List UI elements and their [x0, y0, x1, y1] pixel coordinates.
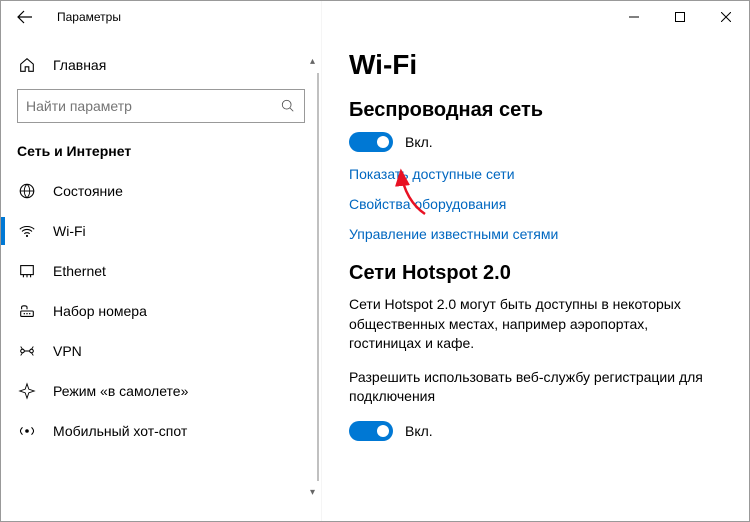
nav-ethernet-label: Ethernet [53, 263, 106, 279]
dialup-icon [17, 301, 37, 321]
home-icon [17, 55, 37, 75]
status-icon [17, 181, 37, 201]
nav-wifi-label: Wi-Fi [53, 223, 86, 239]
wifi-toggle[interactable] [349, 132, 393, 152]
ethernet-icon [17, 261, 37, 281]
link-known-networks[interactable]: Управление известными сетями [349, 226, 721, 242]
wifi-icon [17, 221, 37, 241]
wireless-heading: Беспроводная сеть [349, 99, 721, 122]
hotspot-toggle[interactable] [349, 421, 393, 441]
category-header: Сеть и Интернет [1, 135, 321, 171]
search-input[interactable] [18, 98, 272, 114]
content-pane: Wi-Fi Беспроводная сеть Вкл. Показать до… [321, 33, 749, 521]
nav-hotspot-label: Мобильный хот-спот [53, 423, 187, 439]
nav-wifi[interactable]: Wi-Fi [1, 211, 321, 251]
sidebar: Главная Сеть и Интернет Состояние Wi-Fi [1, 33, 321, 521]
link-hardware-props[interactable]: Свойства оборудования [349, 196, 721, 212]
nav-status[interactable]: Состояние [1, 171, 321, 211]
nav-ethernet[interactable]: Ethernet [1, 251, 321, 291]
vpn-icon [17, 341, 37, 361]
nav-hotspot[interactable]: Мобильный хот-спот [1, 411, 321, 451]
nav-vpn[interactable]: VPN [1, 331, 321, 371]
close-icon [721, 12, 731, 22]
hotspot-description: Сети Hotspot 2.0 могут быть доступны в н… [349, 295, 721, 354]
minimize-button[interactable] [611, 1, 657, 33]
nav-status-label: Состояние [53, 183, 123, 199]
nav-home[interactable]: Главная [1, 45, 321, 85]
back-arrow-icon [17, 9, 33, 25]
nav-vpn-label: VPN [53, 343, 82, 359]
nav-dialup[interactable]: Набор номера [1, 291, 321, 331]
nav-airplane-label: Режим «в самолете» [53, 383, 188, 399]
page-title: Wi-Fi [349, 49, 721, 81]
close-button[interactable] [703, 1, 749, 33]
window-title: Параметры [57, 10, 121, 24]
airplane-icon [17, 381, 37, 401]
back-button[interactable] [1, 1, 49, 33]
search-box[interactable] [17, 89, 305, 123]
sidebar-scroll-up[interactable]: ▴ [304, 53, 321, 70]
nav-dialup-label: Набор номера [53, 303, 147, 319]
hotspot-heading: Сети Hotspot 2.0 [349, 262, 721, 285]
sidebar-scroll-down[interactable]: ▾ [304, 484, 321, 501]
sidebar-scrollbar[interactable] [317, 73, 319, 481]
nav-home-label: Главная [53, 57, 106, 73]
maximize-button[interactable] [657, 1, 703, 33]
hotspot-toggle-label: Вкл. [405, 423, 433, 439]
search-icon [272, 90, 304, 122]
minimize-icon [629, 12, 639, 22]
link-show-networks[interactable]: Показать доступные сети [349, 166, 721, 182]
wifi-toggle-label: Вкл. [405, 134, 433, 150]
hotspot-icon [17, 421, 37, 441]
maximize-icon [675, 12, 685, 22]
hotspot-allow-text: Разрешить использовать веб-службу регист… [349, 368, 721, 407]
nav-airplane[interactable]: Режим «в самолете» [1, 371, 321, 411]
